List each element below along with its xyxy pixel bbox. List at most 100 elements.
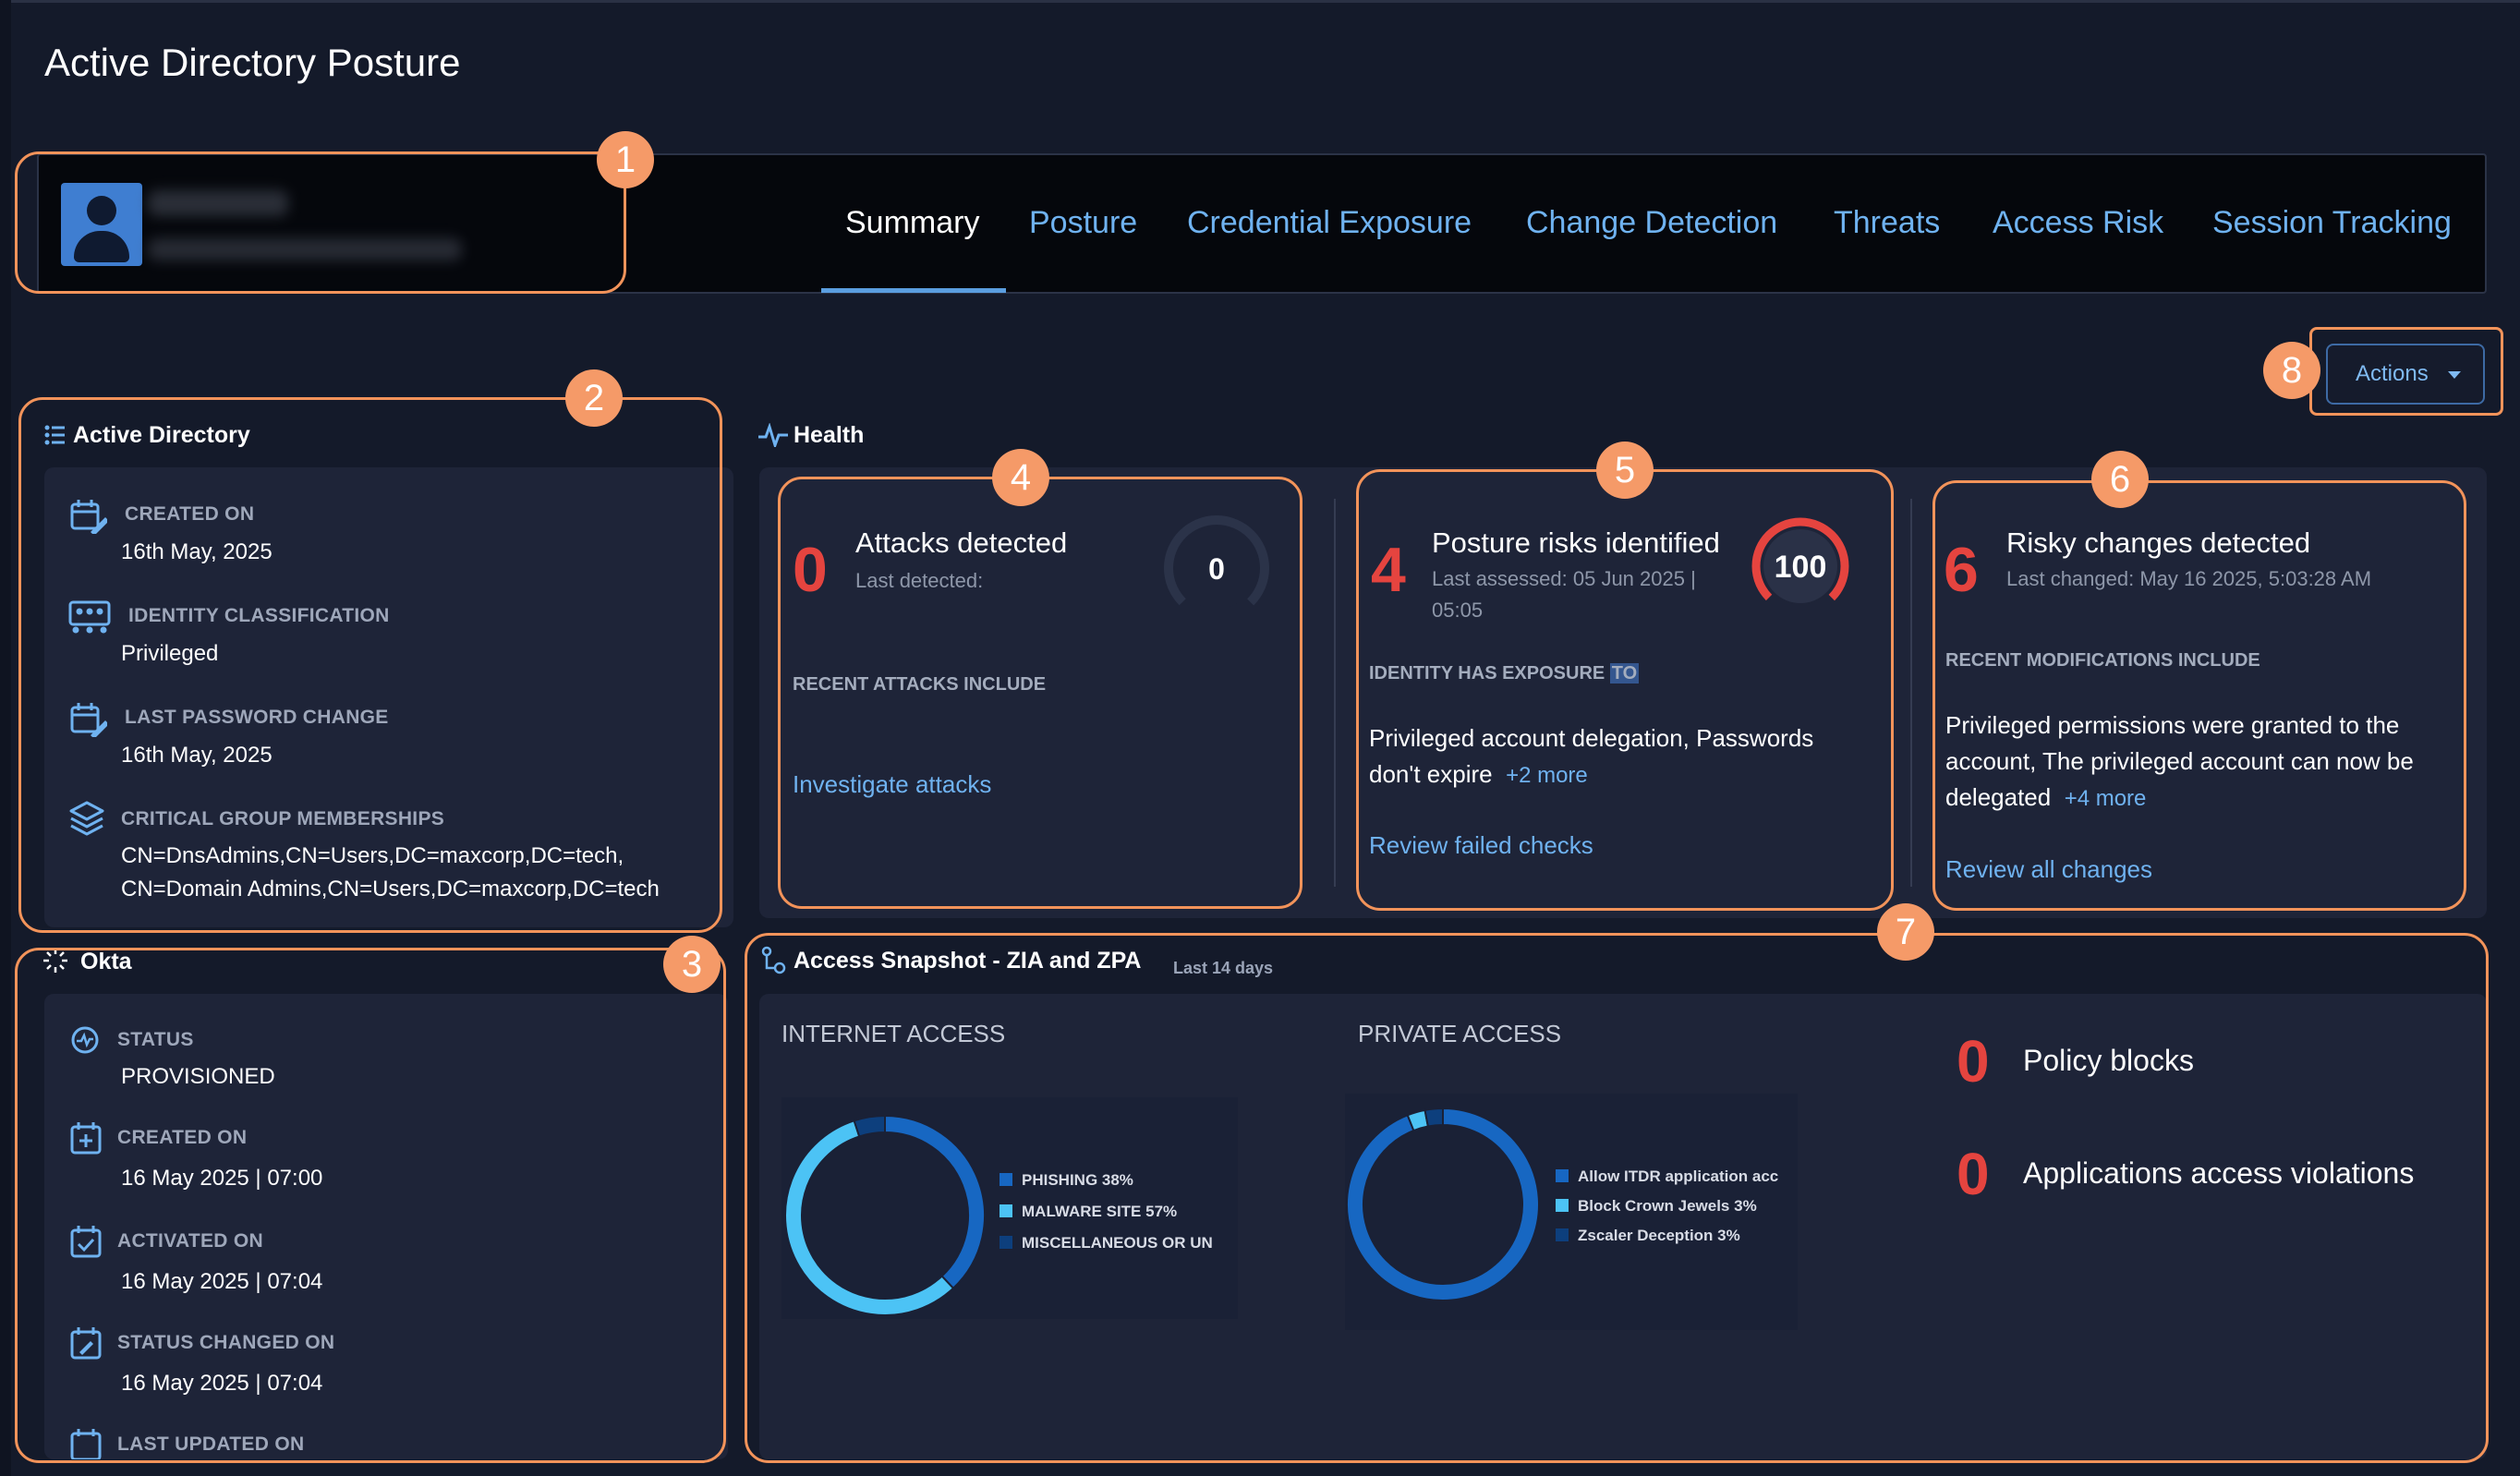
risky-changes-count: 6 bbox=[1944, 535, 1979, 605]
critical-group-memberships-value: CN=DnsAdmins,CN=Users,DC=maxcorp,DC=tech… bbox=[121, 843, 660, 901]
callout-badge-4: 4 bbox=[992, 449, 1049, 506]
callout-badge-3: 3 bbox=[663, 936, 721, 993]
app-root: Active Directory Posture Summary Posture… bbox=[0, 0, 2520, 1476]
internet-legend-phishing: PHISHING 38% bbox=[1000, 1171, 1133, 1190]
pulse-icon bbox=[758, 423, 788, 447]
created-on-label: CREATED ON bbox=[125, 503, 255, 525]
created-on-value: 16th May, 2025 bbox=[121, 539, 273, 564]
attacks-title: Attacks detected bbox=[855, 526, 1068, 559]
attacks-last-detected: Last detected: bbox=[855, 569, 984, 592]
internet-access-donut bbox=[784, 1114, 986, 1316]
posture-last-assessed-time: 05:05 bbox=[1432, 599, 1484, 622]
activated-on-label: ACTIVATED ON bbox=[117, 1230, 263, 1252]
callout-badge-1: 1 bbox=[597, 131, 654, 188]
user-avatar-icon bbox=[61, 183, 142, 266]
private-legend-zscaler-deception: Zscaler Deception 3% bbox=[1556, 1227, 1740, 1245]
access-snapshot-period: Last 14 days bbox=[1173, 959, 1274, 977]
tab-session-tracking[interactable]: Session Tracking bbox=[2212, 205, 2452, 241]
last-password-change-value: 16th May, 2025 bbox=[121, 743, 273, 768]
access-snapshot-icon bbox=[761, 946, 786, 974]
calendar-edit-icon bbox=[70, 1327, 102, 1360]
status-changed-on-value: 16 May 2025 | 07:04 bbox=[121, 1371, 323, 1396]
calendar-icon bbox=[70, 1429, 102, 1459]
calendar-edit-icon bbox=[70, 703, 107, 737]
tab-access-risk[interactable]: Access Risk bbox=[1993, 205, 2163, 241]
page-title: Active Directory Posture bbox=[44, 41, 461, 84]
posture-exposure-text: Privileged account delegation, Passwords… bbox=[1369, 724, 1814, 788]
active-tab-indicator bbox=[821, 288, 1006, 293]
left-rail bbox=[0, 0, 11, 1476]
status-changed-on-label: STATUS CHANGED ON bbox=[117, 1332, 335, 1353]
callout-badge-2: 2 bbox=[565, 369, 623, 427]
internet-donut-slice-0 bbox=[884, 1114, 986, 1290]
activated-on-value: 16 May 2025 | 07:04 bbox=[121, 1269, 323, 1294]
okta-title: Okta bbox=[80, 949, 132, 974]
health-title: Health bbox=[794, 422, 865, 448]
redacted-user-email bbox=[148, 238, 462, 260]
private-donut-slice-0 bbox=[1346, 1107, 1540, 1301]
review-all-changes-link[interactable]: Review all changes bbox=[1945, 855, 2152, 884]
private-legend-allow-itdr: Allow ITDR application acc bbox=[1556, 1167, 1778, 1186]
internet-legend-malware: MALWARE SITE 57% bbox=[1000, 1203, 1177, 1221]
changes-more-link[interactable]: +4 more bbox=[2065, 786, 2147, 811]
active-directory-panel: CREATED ON 16th May, 2025 IDENTITY CLASS… bbox=[44, 467, 733, 927]
attacks-count: 0 bbox=[793, 535, 828, 605]
okta-panel: STATUS PROVISIONED CREATED ON 16 May 202… bbox=[44, 994, 728, 1459]
callout-badge-8: 8 bbox=[2263, 342, 2320, 399]
critical-group-memberships-label: CRITICAL GROUP MEMBERSHIPS bbox=[121, 808, 445, 829]
status-label: STATUS bbox=[117, 1029, 194, 1050]
layers-icon bbox=[69, 801, 104, 836]
posture-score-value: 100 bbox=[1775, 550, 1827, 585]
internet-donut-slice-1 bbox=[784, 1119, 955, 1316]
group-icon bbox=[68, 600, 111, 634]
internet-legend-misc: MISCELLANEOUS OR UN bbox=[1000, 1234, 1213, 1252]
last-password-change-label: LAST PASSWORD CHANGE bbox=[125, 707, 389, 728]
calendar-edit-icon bbox=[70, 500, 107, 534]
last-updated-on-label: LAST UPDATED ON bbox=[117, 1434, 305, 1455]
risky-changes-title: Risky changes detected bbox=[2006, 526, 2311, 559]
private-access-heading: PRIVATE ACCESS bbox=[1358, 1020, 1562, 1047]
private-access-chart: Allow ITDR application acc Block Crown J… bbox=[1345, 1094, 1798, 1330]
private-donut-slice-2 bbox=[1424, 1107, 1444, 1128]
tab-credential-exposure[interactable]: Credential Exposure bbox=[1187, 205, 1472, 241]
posture-score-gauge: 100 bbox=[1751, 517, 1849, 615]
posture-last-assessed: Last assessed: 05 Jun 2025 | bbox=[1432, 567, 1696, 590]
active-directory-title: Active Directory bbox=[73, 422, 250, 448]
internet-access-heading: INTERNET ACCESS bbox=[781, 1020, 1006, 1047]
top-border bbox=[0, 0, 2520, 3]
okta-created-on-label: CREATED ON bbox=[117, 1127, 248, 1148]
tab-change-detection[interactable]: Change Detection bbox=[1526, 205, 1777, 241]
access-violations-count: 0 bbox=[1957, 1141, 1990, 1207]
caret-down-icon bbox=[2448, 371, 2461, 379]
access-snapshot-title: Access Snapshot - ZIA and ZPA bbox=[794, 948, 1142, 974]
list-icon bbox=[44, 425, 65, 445]
investigate-attacks-link[interactable]: Investigate attacks bbox=[793, 770, 991, 799]
redacted-user-name bbox=[148, 190, 288, 216]
private-legend-block-crown-jewels: Block Crown Jewels 3% bbox=[1556, 1197, 1757, 1216]
recent-modifications-label: RECENT MODIFICATIONS INCLUDE bbox=[1945, 650, 2260, 671]
actions-button[interactable]: Actions bbox=[2326, 344, 2485, 405]
risky-changes-last-changed: Last changed: May 16 2025, 5:03:28 AM bbox=[2006, 567, 2372, 590]
recent-attacks-label: RECENT ATTACKS INCLUDE bbox=[793, 674, 1047, 695]
posture-more-link[interactable]: +2 more bbox=[1506, 763, 1588, 788]
tab-summary[interactable]: Summary bbox=[845, 205, 979, 241]
attacks-gauge-value: 0 bbox=[1208, 552, 1225, 586]
identity-classification-value: Privileged bbox=[121, 641, 219, 666]
policy-blocks-count: 0 bbox=[1957, 1028, 1990, 1095]
okta-sunburst-icon bbox=[43, 949, 67, 973]
review-failed-checks-link[interactable]: Review failed checks bbox=[1369, 831, 1593, 860]
internet-access-chart: PHISHING 38% MALWARE SITE 57% MISCELLANE… bbox=[781, 1097, 1238, 1319]
callout-badge-5: 5 bbox=[1596, 442, 1654, 499]
access-violations-label: Applications access violations bbox=[2023, 1156, 2415, 1190]
calendar-plus-icon bbox=[70, 1122, 102, 1155]
attacks-gauge: 0 bbox=[1164, 515, 1269, 621]
identity-exposure-label: IDENTITY HAS EXPOSURE TO bbox=[1369, 663, 1640, 684]
policy-blocks-label: Policy blocks bbox=[2023, 1044, 2194, 1077]
identity-classification-label: IDENTITY CLASSIFICATION bbox=[128, 605, 390, 626]
posture-risks-title: Posture risks identified bbox=[1432, 526, 1720, 559]
private-access-donut bbox=[1346, 1107, 1540, 1301]
tab-posture[interactable]: Posture bbox=[1029, 205, 1137, 241]
tab-threats[interactable]: Threats bbox=[1834, 205, 1940, 241]
status-icon bbox=[71, 1026, 99, 1054]
callout-badge-6: 6 bbox=[2091, 451, 2149, 508]
